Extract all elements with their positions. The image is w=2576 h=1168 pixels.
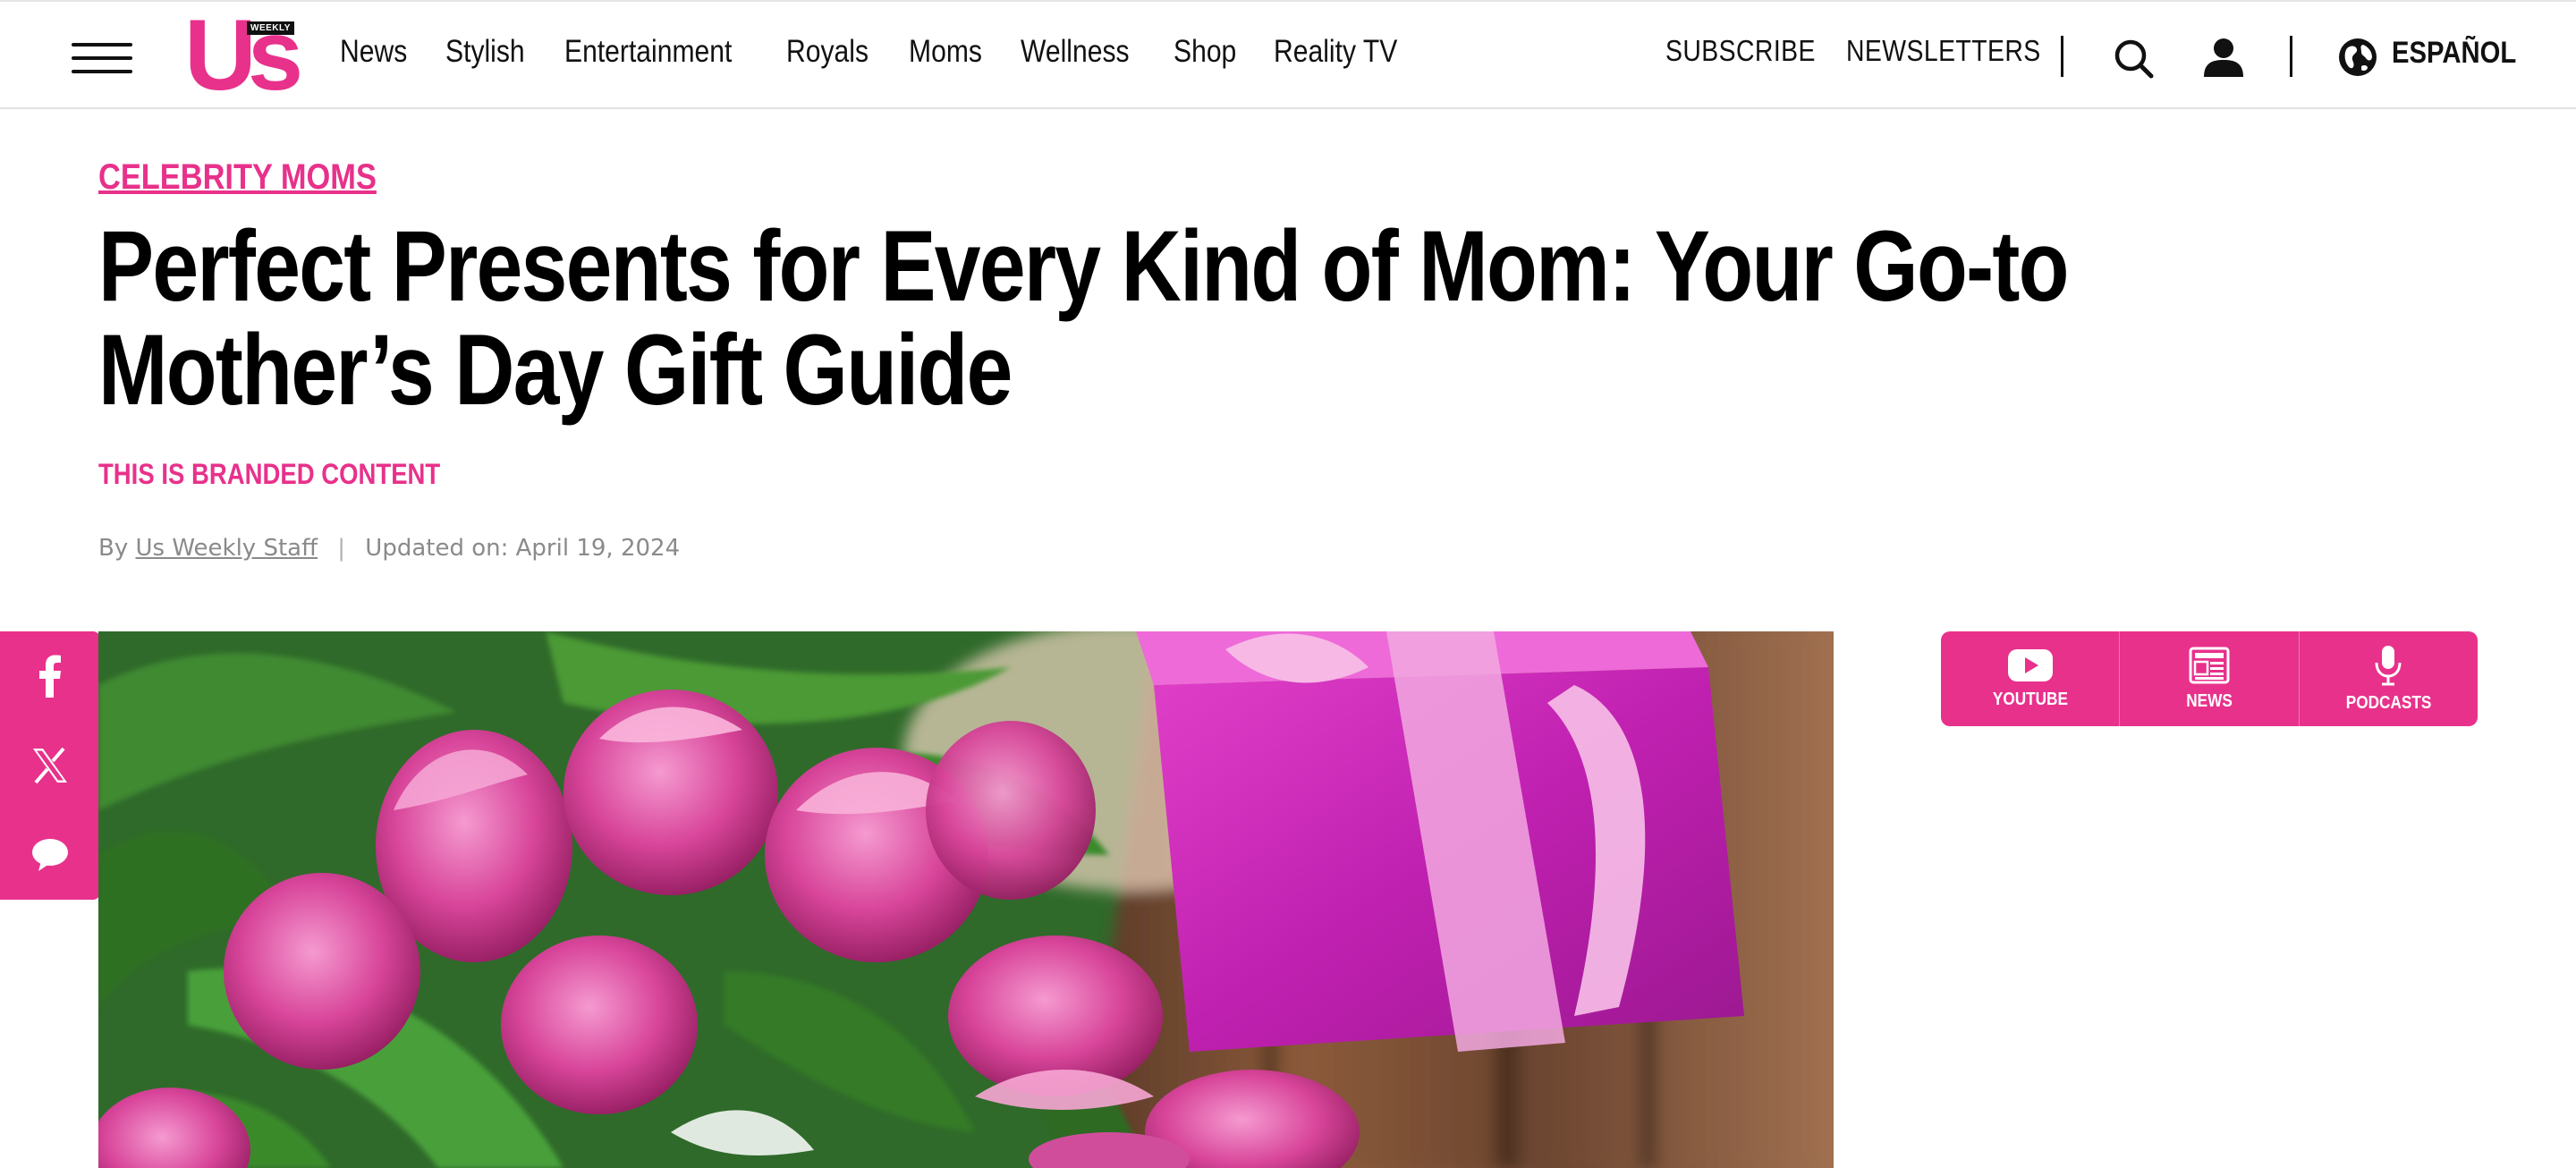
nav-item-entertainment[interactable]: Entertainment xyxy=(564,34,732,70)
news-link[interactable]: NEWS xyxy=(2120,631,2300,726)
search-icon[interactable] xyxy=(2113,38,2154,79)
nav-item-wellness[interactable]: Wellness xyxy=(1021,34,1130,70)
youtube-icon xyxy=(2007,648,2053,681)
branded-content-label: THIS IS BRANDED CONTENT xyxy=(98,458,441,490)
nav-item-royals[interactable]: Royals xyxy=(786,34,869,70)
facebook-icon xyxy=(39,655,61,698)
tulips-gift-illustration xyxy=(98,631,1834,1168)
share-facebook-button[interactable] xyxy=(0,631,100,721)
header-divider xyxy=(2061,36,2063,77)
newspaper-icon xyxy=(2189,647,2230,683)
nav-item-stylish[interactable]: Stylish xyxy=(445,34,525,70)
nav-item-shop[interactable]: Shop xyxy=(1174,34,1236,70)
x-icon xyxy=(33,747,67,784)
comment-button[interactable] xyxy=(0,810,100,900)
nav-item-reality-tv[interactable]: Reality TV xyxy=(1274,34,1397,70)
share-x-button[interactable] xyxy=(0,721,100,810)
us-weekly-logo[interactable]: Us WEEKLY xyxy=(184,5,303,106)
comment-icon xyxy=(32,839,68,871)
author-link[interactable]: Us Weekly Staff xyxy=(136,535,318,562)
globe-icon xyxy=(2339,38,2377,76)
language-espanol-link[interactable]: ESPAÑOL xyxy=(2392,36,2516,71)
article-title: Perfect Presents for Every Kind of Mom: … xyxy=(98,210,2069,426)
byline-separator: | xyxy=(337,535,346,562)
youtube-link[interactable]: YOUTUBE xyxy=(1941,631,2121,726)
nav-item-news[interactable]: News xyxy=(340,34,407,70)
user-icon[interactable] xyxy=(2202,36,2245,79)
site-header: Us WEEKLY News Stylish Entertainment Roy… xyxy=(0,0,2576,109)
newsletters-link[interactable]: NEWSLETTERS xyxy=(1846,34,2041,68)
menu-icon[interactable] xyxy=(72,43,132,73)
podcasts-link[interactable]: PODCASTS xyxy=(2300,631,2478,726)
media-links-box: YOUTUBE NEWS PODCASTS xyxy=(1941,631,2478,726)
byline: By Us Weekly Staff | Updated on: April 1… xyxy=(98,535,681,562)
microphone-icon xyxy=(2375,645,2402,685)
category-link[interactable]: CELEBRITY MOMS xyxy=(98,157,377,198)
hero-image xyxy=(98,631,1834,1168)
subscribe-link[interactable]: SUBSCRIBE xyxy=(1665,34,1816,68)
header-divider-2 xyxy=(2290,36,2292,77)
social-share-bar xyxy=(0,631,100,900)
updated-date: Updated on: April 19, 2024 xyxy=(365,535,681,562)
main-nav: News Stylish Entertainment Royals Moms W… xyxy=(340,34,1445,70)
nav-item-moms[interactable]: Moms xyxy=(909,34,982,70)
